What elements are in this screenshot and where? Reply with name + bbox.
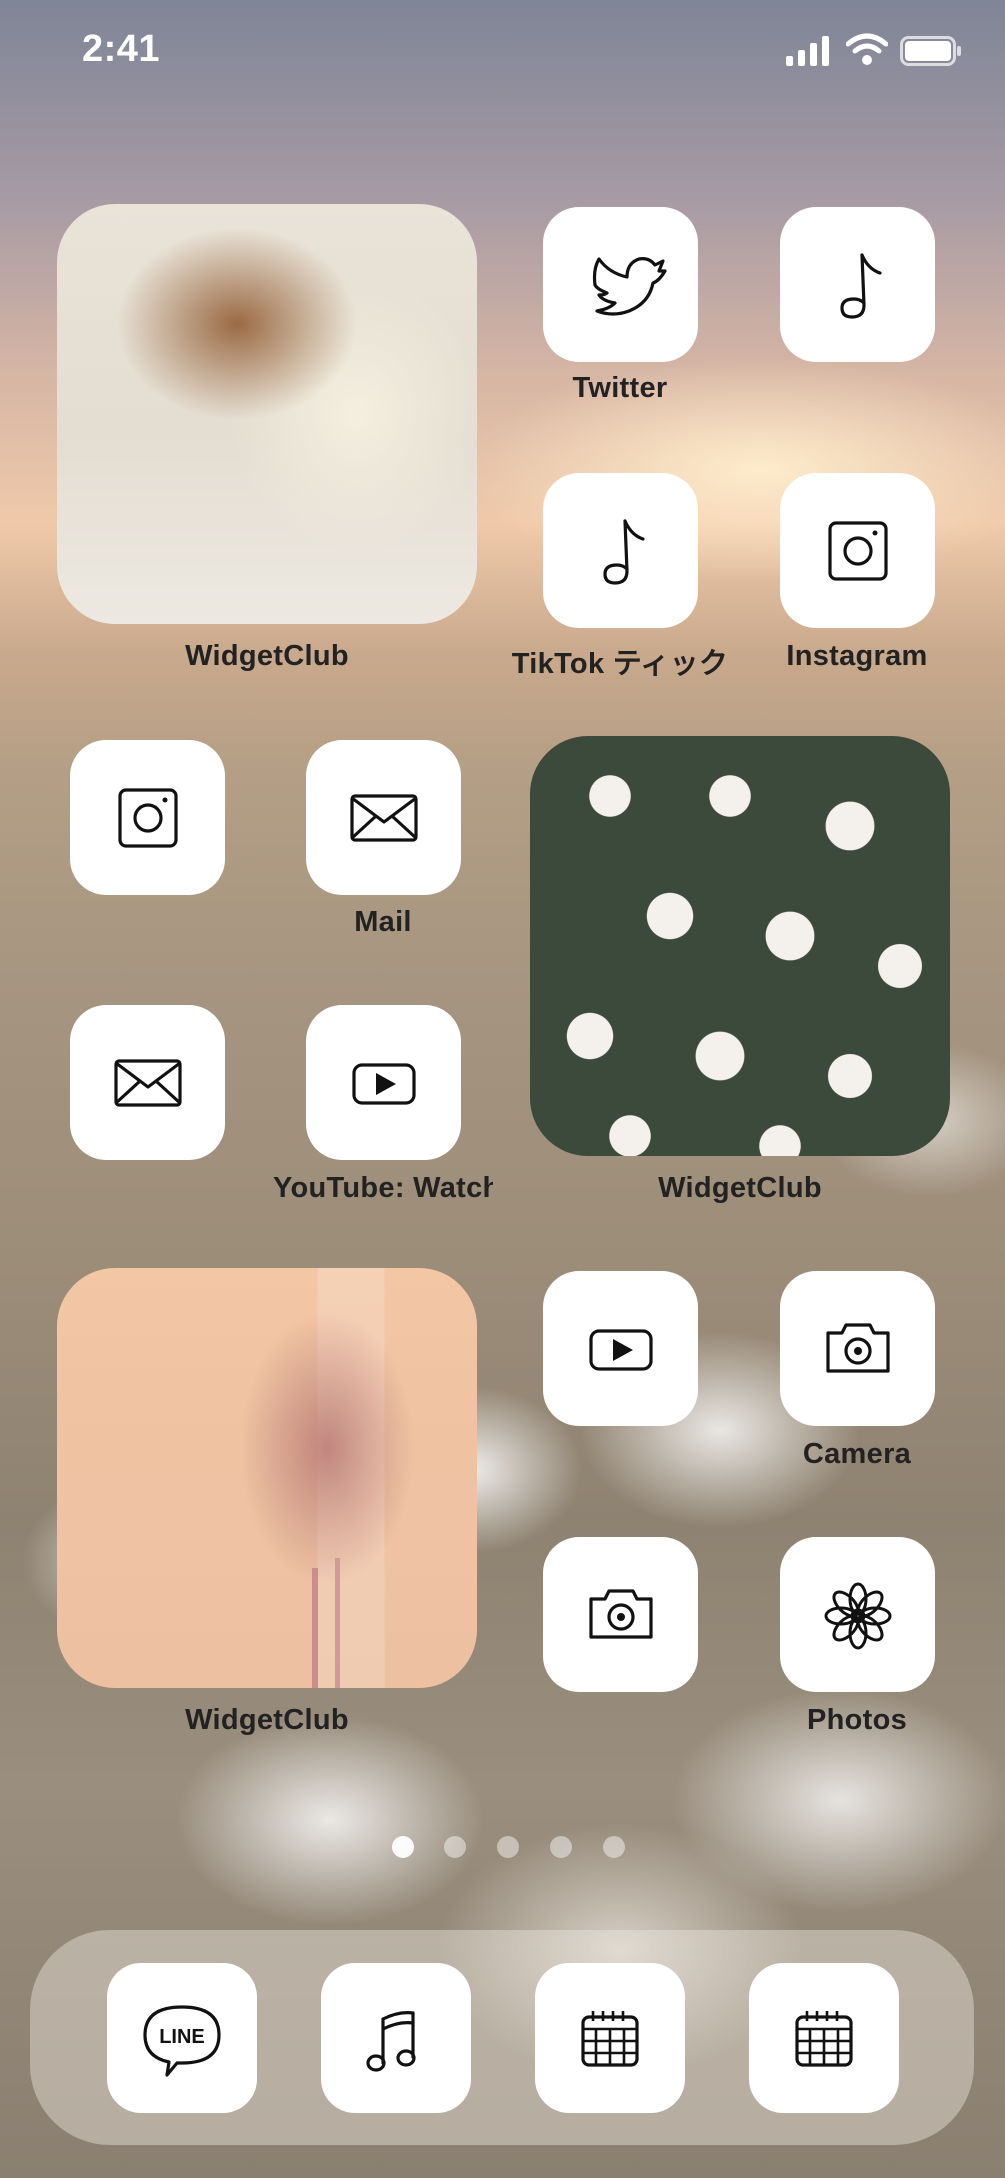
dock: LINE bbox=[30, 1930, 974, 2145]
bird-icon bbox=[592, 257, 667, 316]
page-dot[interactable] bbox=[550, 1836, 572, 1858]
mail-icon bbox=[350, 794, 418, 842]
app-camera[interactable] bbox=[780, 1271, 935, 1426]
camera-icon bbox=[589, 1589, 653, 1639]
signal-icon bbox=[786, 36, 829, 66]
instagram-icon bbox=[828, 521, 888, 581]
music-note-icon bbox=[840, 253, 882, 319]
page-dot[interactable] bbox=[603, 1836, 625, 1858]
stem-shape bbox=[335, 1558, 340, 1688]
dock-app-calendar-alt[interactable] bbox=[749, 1963, 899, 2113]
music-note-icon bbox=[603, 519, 645, 585]
app-instagram[interactable] bbox=[780, 473, 935, 628]
widget-photo-daisies[interactable] bbox=[530, 736, 950, 1156]
music-notes-icon bbox=[366, 2011, 416, 2072]
app-tiktok[interactable] bbox=[543, 473, 698, 628]
dock-app-music[interactable] bbox=[321, 1963, 471, 2113]
widget-label: WidgetClub bbox=[185, 1704, 349, 1736]
calendar-icon bbox=[795, 2011, 853, 2067]
page-dot[interactable] bbox=[444, 1836, 466, 1858]
battery-icon bbox=[900, 36, 961, 66]
play-icon bbox=[589, 1329, 653, 1371]
play-icon bbox=[352, 1063, 416, 1105]
status-bar: 2:41 bbox=[0, 0, 1005, 100]
widget-photo-dried-flowers[interactable] bbox=[57, 1268, 477, 1688]
app-tiktok-alt[interactable] bbox=[780, 207, 935, 362]
flower-icon bbox=[824, 1582, 892, 1650]
status-time: 2:41 bbox=[82, 28, 161, 70]
app-twitter[interactable] bbox=[543, 207, 698, 362]
line-icon: LINE bbox=[143, 2005, 221, 2077]
app-label: Instagram bbox=[786, 640, 928, 672]
dock-app-calendar[interactable] bbox=[535, 1963, 685, 2113]
app-youtube-alt[interactable] bbox=[543, 1271, 698, 1426]
camera-icon bbox=[826, 1323, 890, 1373]
app-label: Twitter bbox=[572, 372, 668, 404]
app-label: Camera bbox=[802, 1438, 912, 1470]
app-mail[interactable] bbox=[306, 740, 461, 895]
widget-label: WidgetClub bbox=[658, 1172, 822, 1204]
app-mail-alt[interactable] bbox=[70, 1005, 225, 1160]
app-label: Mail bbox=[354, 906, 412, 938]
mail-icon bbox=[114, 1059, 182, 1107]
app-instagram-alt[interactable] bbox=[70, 740, 225, 895]
wifi-icon bbox=[846, 33, 888, 65]
instagram-icon bbox=[118, 788, 178, 848]
page-dot[interactable] bbox=[497, 1836, 519, 1858]
dock-app-line[interactable]: LINE bbox=[107, 1963, 257, 2113]
widget-label: WidgetClub bbox=[185, 640, 349, 672]
page-indicator[interactable] bbox=[0, 1832, 1005, 1862]
widget-photo-basket[interactable] bbox=[57, 204, 477, 624]
page-dot[interactable] bbox=[392, 1836, 414, 1858]
app-label: TikTok ティック bbox=[511, 648, 729, 680]
app-label: YouTube: Watch bbox=[273, 1172, 493, 1204]
line-text: LINE bbox=[159, 2026, 205, 2048]
app-label: Photos bbox=[806, 1704, 908, 1736]
app-photos[interactable] bbox=[780, 1537, 935, 1692]
stem-shape bbox=[312, 1568, 318, 1688]
app-camera-alt[interactable] bbox=[543, 1537, 698, 1692]
app-youtube[interactable] bbox=[306, 1005, 461, 1160]
calendar-icon bbox=[581, 2011, 639, 2067]
